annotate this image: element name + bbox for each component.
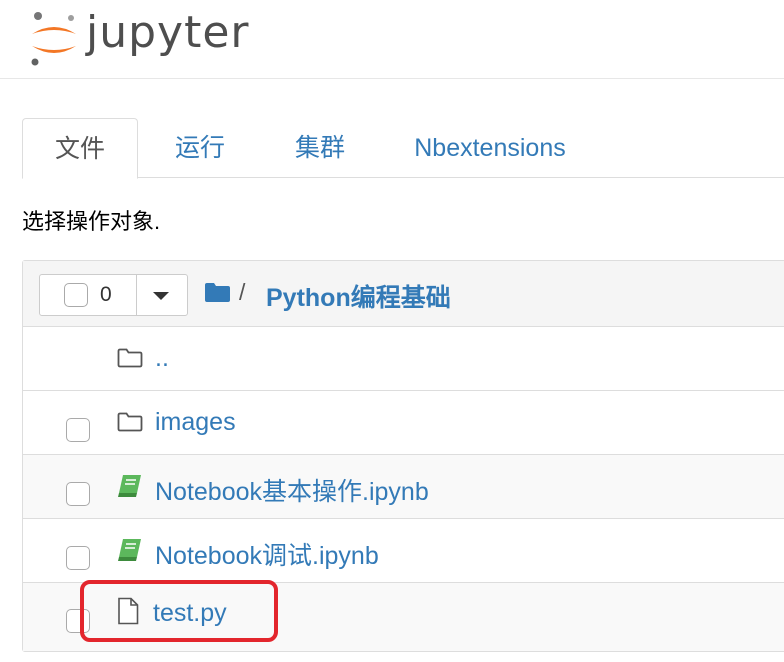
selection-hint: 选择操作对象. — [22, 209, 161, 234]
notebook-book-icon — [118, 539, 141, 561]
file-name[interactable]: .. — [155, 344, 169, 373]
file-name[interactable]: Notebook基本操作.ipynb — [155, 472, 429, 508]
row-checkbox[interactable] — [66, 482, 90, 506]
select-all-button-group: 0 — [39, 274, 188, 316]
select-all-button[interactable]: 0 — [40, 275, 137, 315]
folder-outline-icon — [117, 412, 143, 432]
tab-bar: 文件 运行 集群 Nbextensions — [22, 118, 784, 179]
select-all-checkbox[interactable] — [64, 283, 88, 307]
list-item-parent[interactable]: .. — [23, 327, 784, 391]
tab-clusters[interactable]: 集群 — [270, 118, 370, 178]
file-name[interactable]: Notebook调试.ipynb — [155, 536, 379, 572]
highlight-box — [80, 580, 278, 642]
selected-count: 0 — [100, 283, 112, 306]
tab-files[interactable]: 文件 — [22, 118, 138, 179]
list-item-notebook-debug[interactable]: Notebook调试.ipynb — [23, 519, 784, 583]
row-checkbox[interactable] — [66, 418, 90, 442]
jupyter-logo-icon[interactable] — [28, 10, 80, 68]
breadcrumb-separator: / — [239, 279, 246, 305]
file-name[interactable]: images — [155, 408, 236, 437]
breadcrumb-current-folder[interactable]: Python编程基础 — [266, 278, 451, 314]
header-bar: jupyter — [0, 0, 784, 79]
notebook-book-icon — [118, 475, 141, 497]
list-item-notebook-basics[interactable]: Notebook基本操作.ipynb — [23, 455, 784, 519]
row-checkbox[interactable] — [66, 546, 90, 570]
file-list-header: 0 / Python编程基础 — [23, 261, 784, 327]
tab-running[interactable]: 运行 — [150, 118, 250, 178]
logo-text[interactable]: jupyter — [86, 8, 250, 58]
chevron-down-icon[interactable] — [153, 292, 169, 300]
folder-solid-icon[interactable] — [204, 282, 231, 303]
list-item-images[interactable]: images — [23, 391, 784, 455]
folder-outline-icon — [117, 348, 143, 368]
tab-nbextensions[interactable]: Nbextensions — [390, 118, 590, 178]
